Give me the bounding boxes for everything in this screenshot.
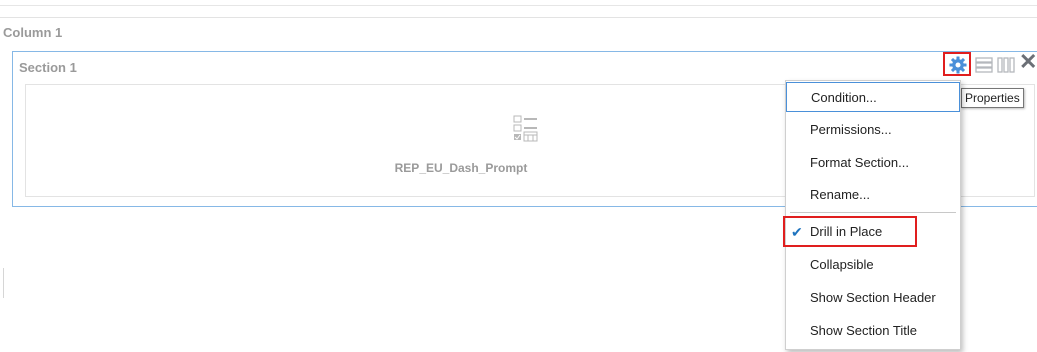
menu-item-label: Condition...: [811, 90, 877, 105]
close-icon[interactable]: ✕: [1019, 51, 1037, 73]
prompt-name: REP_EU_Dash_Prompt: [394, 161, 528, 175]
menu-item-label: Show Section Header: [810, 290, 936, 305]
section-title: Section 1: [19, 60, 77, 75]
drill-in-place-highlight: [783, 216, 917, 247]
menu-item-label: Collapsible: [810, 257, 874, 272]
left-edge-marker: [3, 268, 4, 298]
menu-item-label: Show Section Title: [810, 323, 917, 338]
menu-item-collapsible[interactable]: Collapsible: [786, 250, 960, 280]
column-title: Column 1: [3, 25, 63, 40]
menu-item-condition[interactable]: Condition...: [786, 82, 960, 112]
menu-item-format-section[interactable]: Format Section...: [786, 148, 960, 178]
section-properties-menu: Condition... Permissions... Format Secti…: [785, 80, 961, 350]
columns-layout-icon[interactable]: [997, 57, 1015, 73]
menu-item-label: Format Section...: [810, 155, 909, 170]
dashboard-prompt-icon: [513, 115, 538, 142]
top-divider: [0, 5, 1037, 6]
menu-item-label: Permissions...: [810, 122, 892, 137]
column-divider: [0, 17, 1037, 18]
properties-tooltip: Properties: [961, 88, 1024, 108]
gear-icon: [949, 56, 967, 74]
menu-item-show-section-header[interactable]: Show Section Header: [786, 283, 960, 313]
menu-separator: [790, 212, 956, 213]
menu-item-permissions[interactable]: Permissions...: [786, 115, 960, 145]
menu-item-rename[interactable]: Rename...: [786, 180, 960, 210]
menu-item-label: Rename...: [810, 187, 870, 202]
menu-item-show-section-title[interactable]: Show Section Title: [786, 316, 960, 346]
properties-gear-button[interactable]: [943, 52, 971, 76]
rows-layout-icon[interactable]: [975, 57, 993, 73]
